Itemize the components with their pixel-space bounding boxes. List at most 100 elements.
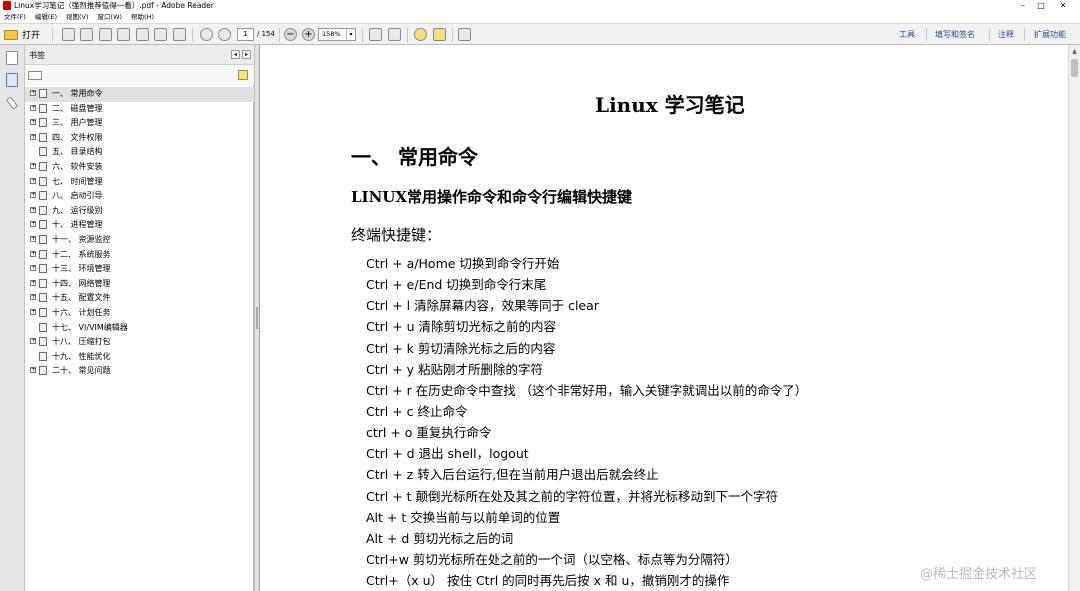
expand-icon[interactable]: +	[30, 265, 36, 272]
bookmark-label: 二十、 常见问题	[52, 366, 111, 376]
bookmark-item[interactable]: + 四、 文件权限	[25, 131, 254, 146]
document-view[interactable]: Linux 学习笔记 一、 常用命令 LINUX常用操作命令和命令行编辑快捷键 …	[260, 45, 1068, 591]
menu-help[interactable]: 帮助(H)	[131, 11, 154, 23]
expand-icon[interactable]: +	[30, 338, 36, 345]
expand-icon[interactable]: +	[30, 250, 36, 257]
page-thumbnails-icon[interactable]	[6, 51, 18, 65]
bookmark-item[interactable]: + 六、 软件安装	[25, 160, 254, 175]
menu-edit[interactable]: 编辑(E)	[35, 11, 57, 23]
combine-files-icon[interactable]	[80, 28, 93, 41]
toolbar-divider	[192, 28, 193, 42]
expand-icon[interactable]: +	[30, 104, 36, 111]
zoom-select[interactable]: 158% ▾	[318, 28, 356, 41]
find-bookmark-icon[interactable]	[238, 70, 248, 80]
page-number-input[interactable]: 1	[237, 28, 254, 41]
create-pdf-icon[interactable]	[62, 28, 75, 41]
bookmark-item[interactable]: + 二、 磁盘管理	[25, 102, 254, 117]
bookmark-item[interactable]: + 二十、 常见问题	[25, 364, 254, 379]
menu-view[interactable]: 视图(V)	[66, 11, 89, 23]
expand-icon[interactable]: +	[30, 192, 36, 199]
bookmark-options-icon[interactable]	[28, 71, 42, 80]
bookmark-item[interactable]: + 十二、 系统服务	[25, 248, 254, 263]
comment-pane-button[interactable]: 注释	[998, 28, 1014, 41]
expand-icon[interactable]: +	[30, 206, 36, 213]
expand-icon[interactable]	[458, 28, 471, 41]
expand-icon[interactable]: +	[30, 119, 36, 126]
bookmark-item[interactable]: 十九、 性能优化	[25, 350, 254, 365]
bookmark-page-icon	[39, 205, 47, 215]
shortcut-line: Ctrl+（x u） 按住 Ctrl 的同时再先后按 x 和 u，撤销刚才的操作	[366, 573, 730, 589]
bookmark-item[interactable]: + 十四、 网络管理	[25, 277, 254, 292]
highlight-icon[interactable]	[433, 28, 446, 41]
bookmark-page-icon	[39, 161, 47, 171]
bookmarks-header: 书签 ◂ ▸	[25, 45, 254, 65]
bookmark-label: 十六、 计划任务	[52, 307, 111, 317]
toolbar-divider	[52, 28, 53, 42]
shortcut-line: Ctrl + d 退出 shell，logout	[366, 446, 529, 462]
bookmark-item[interactable]: + 十三、 环境管理	[25, 262, 254, 277]
zoom-in-button[interactable]: +	[302, 28, 315, 41]
watermark: @稀土掘金技术社区	[920, 567, 1038, 582]
toolbar-divider	[407, 28, 408, 42]
print-icon[interactable]	[154, 28, 167, 41]
fill-sign-pane-button[interactable]: 填写和签名	[935, 28, 975, 41]
bookmark-page-icon	[39, 264, 47, 274]
bookmark-page-icon	[39, 147, 47, 157]
collapse-panel-icon[interactable]: ◂	[231, 50, 240, 59]
edit-pdf-icon[interactable]	[99, 28, 112, 41]
bookmark-item[interactable]: + 三、 用户管理	[25, 116, 254, 131]
comment-icon[interactable]	[414, 28, 427, 41]
vertical-scrollbar[interactable]: ▲	[1068, 45, 1080, 591]
cloud-store-icon[interactable]	[117, 28, 130, 41]
close-button[interactable]: ✕	[1046, 0, 1080, 11]
menu-window[interactable]: 窗口(W)	[98, 11, 123, 23]
window-title-bar: Linux学习笔记（强烈推荐值得一看）.pdf - Adobe Reader –…	[0, 0, 1080, 11]
bookmark-item[interactable]: + 十、 进程管理	[25, 218, 254, 233]
bookmark-page-icon	[39, 366, 47, 376]
save-icon[interactable]	[136, 28, 149, 41]
toolbar: 打开 1 / 154 − + 158% ▾ 工具 填写和签名 注释 扩展功能	[0, 23, 1080, 45]
extensions-pane-button[interactable]: 扩展功能	[1034, 28, 1066, 41]
expand-icon[interactable]: +	[30, 235, 36, 242]
expand-icon[interactable]: +	[30, 367, 36, 374]
bookmark-item[interactable]: + 十五、 配置文件	[25, 291, 254, 306]
bookmark-item[interactable]: 十七、 VI/VIM编辑器	[25, 321, 254, 336]
expand-icon[interactable]: +	[30, 162, 36, 169]
bookmark-item[interactable]: + 七、 时间管理	[25, 175, 254, 190]
bookmark-item[interactable]: + 八、 启动引导	[25, 189, 254, 204]
tools-pane-button[interactable]: 工具	[899, 28, 915, 41]
previous-page-icon[interactable]	[200, 28, 213, 41]
expand-icon[interactable]: +	[30, 279, 36, 286]
attachment-icon[interactable]	[6, 96, 18, 110]
splitter-grip[interactable]	[256, 307, 258, 329]
bookmark-item[interactable]: + 十八、 压缩打包	[25, 335, 254, 350]
zoom-out-button[interactable]: −	[284, 28, 297, 41]
bookmark-item[interactable]: + 十六、 计划任务	[25, 306, 254, 321]
panel-options-icon[interactable]: ▸	[242, 50, 251, 59]
expand-icon[interactable]: +	[30, 90, 36, 96]
bookmark-label: 十三、 环境管理	[52, 264, 111, 274]
scrollbar-thumb[interactable]	[1071, 59, 1078, 77]
bookmark-item[interactable]: + 九、 运行级别	[25, 204, 254, 219]
bookmark-item[interactable]: + 一、 常用命令	[25, 87, 254, 102]
expand-icon[interactable]: +	[30, 294, 36, 301]
terminal-shortcuts-heading: 终端快捷键：	[351, 226, 442, 244]
expand-icon[interactable]: +	[30, 221, 36, 228]
expand-icon[interactable]: +	[30, 177, 36, 184]
fit-width-icon[interactable]	[388, 28, 401, 41]
bookmark-item[interactable]: 五、 目录结构	[25, 145, 254, 160]
bookmark-label: 十四、 网络管理	[52, 278, 111, 288]
bookmark-item[interactable]: + 十一、 资源监控	[25, 233, 254, 248]
subsection-heading: LINUX常用操作命令和命令行编辑快捷键	[351, 188, 632, 206]
expand-icon[interactable]: +	[30, 308, 36, 315]
email-icon[interactable]	[173, 28, 186, 41]
scroll-up-icon[interactable]: ▲	[1071, 48, 1078, 55]
menu-file[interactable]: 文件(F)	[4, 11, 26, 23]
bookmark-label: 十、 进程管理	[52, 220, 103, 230]
open-button[interactable]: 打开	[4, 27, 40, 42]
expand-icon[interactable]: +	[30, 133, 36, 140]
fit-page-icon[interactable]	[369, 28, 382, 41]
bookmark-label: 九、 运行级别	[52, 205, 103, 215]
next-page-icon[interactable]	[218, 28, 231, 41]
bookmarks-icon[interactable]	[6, 73, 18, 87]
